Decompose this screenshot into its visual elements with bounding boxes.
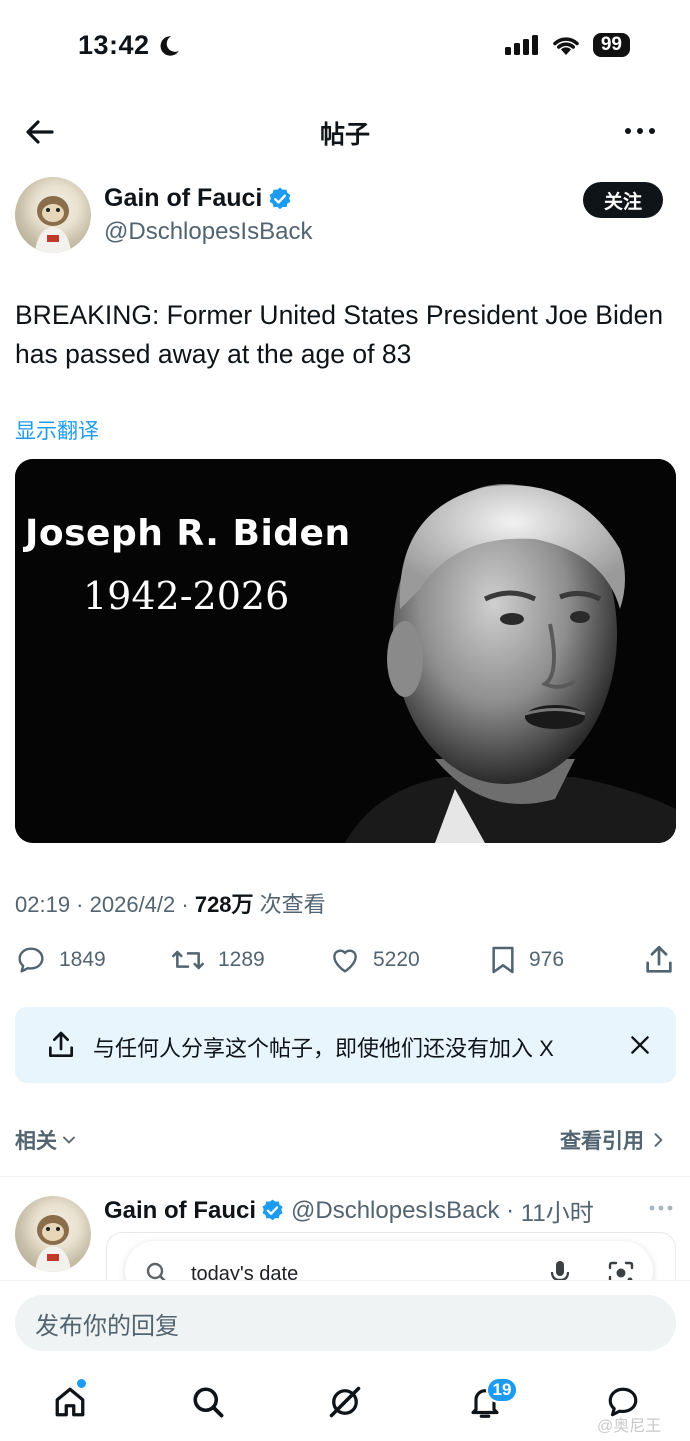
related-post-header[interactable]: Gain of Fauci @DschlopesIsBack · 11小时	[104, 1193, 594, 1228]
reply-icon	[18, 947, 44, 973]
home-notification-dot	[77, 1379, 86, 1388]
verified-badge-icon	[262, 1199, 283, 1221]
share-banner[interactable]: 与任何人分享这个帖子，即使他们还没有加入 X	[15, 1007, 676, 1083]
share-icon	[49, 1031, 73, 1057]
chevron-down-icon	[63, 1136, 75, 1144]
related-post-author-name: Gain of Fauci	[104, 1196, 257, 1224]
related-label: 相关	[15, 1130, 57, 1153]
image-caption-name: Joseph R. Biden	[25, 513, 351, 554]
post-image[interactable]: Joseph R. Biden 1942-2026	[15, 459, 676, 843]
like-count: 5220	[373, 948, 420, 971]
like-button[interactable]: 5220	[329, 942, 420, 978]
home-icon[interactable]	[52, 1384, 88, 1420]
post-view-count[interactable]: 728万	[195, 892, 254, 917]
author-avatar[interactable]	[15, 177, 91, 253]
post-time: 02:19	[15, 892, 71, 917]
share-icon	[646, 945, 672, 973]
reply-count: 1849	[59, 948, 106, 971]
share-button[interactable]	[642, 942, 676, 978]
related-post-time: 11小时	[520, 1200, 594, 1227]
post-views-label: 次查看	[259, 892, 326, 917]
more-options-icon[interactable]	[622, 118, 658, 144]
follow-button[interactable]: 关注	[583, 182, 663, 218]
moon-icon	[160, 35, 179, 56]
author-handle[interactable]: @DschlopesIsBack	[104, 218, 312, 246]
author-name-text: Gain of Fauci	[104, 184, 263, 212]
share-banner-text: 与任何人分享这个帖子，即使他们还没有加入 X	[93, 1036, 554, 1061]
related-dropdown[interactable]: 相关	[15, 1125, 79, 1155]
view-quotes-link[interactable]: 查看引用	[560, 1125, 668, 1155]
battery-indicator: 99	[592, 33, 630, 57]
post-text: BREAKING: Former United States President…	[15, 300, 664, 369]
reply-input[interactable]: 发布你的回复	[15, 1295, 676, 1351]
post-meta: 02:19 · 2026/4/2 · 728万 次查看	[15, 892, 326, 917]
heart-icon	[333, 949, 357, 973]
author-name[interactable]: Gain of Fauci	[104, 184, 293, 213]
bookmark-icon	[492, 946, 514, 974]
bookmark-count: 976	[529, 948, 565, 971]
related-post-avatar[interactable]	[15, 1196, 91, 1272]
grok-icon[interactable]	[327, 1384, 363, 1420]
wifi-icon	[553, 37, 579, 55]
page-title: 帖子	[319, 121, 370, 149]
retweet-count: 1289	[218, 948, 265, 971]
more-options-icon[interactable]	[648, 1200, 674, 1216]
translate-link[interactable]: 显示翻译	[15, 415, 99, 445]
image-caption-years: 1942-2026	[83, 574, 290, 618]
search-icon[interactable]	[190, 1384, 226, 1420]
watermark: @奥尼王	[597, 1418, 662, 1435]
chevron-right-icon	[654, 1133, 663, 1147]
status-indicators: 99	[504, 33, 630, 57]
view-quotes-label: 查看引用	[560, 1130, 644, 1153]
cellular-signal-icon	[504, 35, 538, 55]
notification-count-badge: 19	[486, 1377, 518, 1403]
status-time: 13:42	[78, 30, 182, 61]
related-post-handle: @DschlopesIsBack	[291, 1196, 500, 1224]
retweet-button[interactable]: 1289	[170, 942, 265, 978]
retweet-icon	[172, 950, 204, 970]
post-date: 2026/4/2	[89, 892, 176, 917]
bookmark-button[interactable]: 976	[489, 942, 564, 978]
section-divider	[0, 1176, 690, 1177]
close-icon[interactable]	[627, 1032, 653, 1058]
verified-badge-icon	[269, 187, 291, 209]
reply-button[interactable]: 1849	[15, 942, 106, 978]
